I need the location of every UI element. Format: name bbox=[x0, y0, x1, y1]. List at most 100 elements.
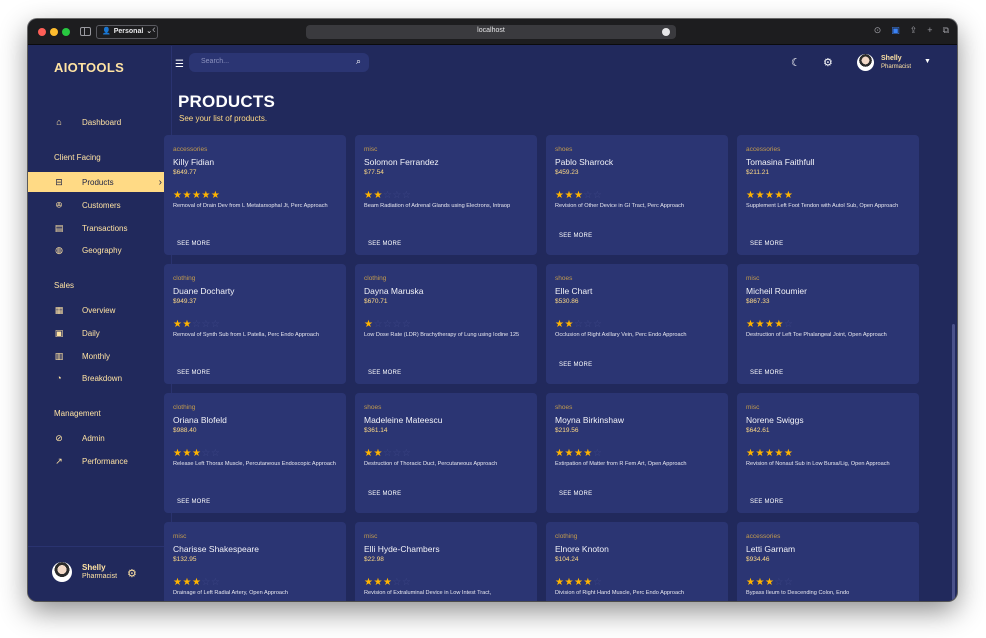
rating-stars: ★★★★☆ bbox=[555, 448, 602, 459]
sidebar-item-products[interactable]: ⊟ Products › bbox=[28, 172, 172, 192]
sidebar-item-daily[interactable]: ▣ Daily bbox=[28, 323, 172, 343]
star-empty-icon: ☆ bbox=[201, 577, 211, 588]
product-card: accessories Letti Garnam $934.46 ★★★☆☆ Bypas… bbox=[737, 522, 919, 601]
product-name: Norene Swiggs bbox=[746, 415, 804, 425]
extension-icon[interactable]: ▣ bbox=[891, 25, 900, 36]
star-empty-icon: ☆ bbox=[210, 448, 221, 459]
sidebar-item-label: Customers bbox=[82, 200, 121, 210]
product-card: shoes Madeleine Mateescu $361.14 ★★☆☆☆ Destr… bbox=[355, 393, 537, 513]
star-filled-icon: ★ bbox=[774, 190, 784, 201]
product-price: $670.71 bbox=[364, 298, 388, 305]
see-more-button[interactable]: SEE MORE bbox=[559, 233, 592, 239]
product-description: Revision of Extraluminal Device in Low I… bbox=[364, 590, 492, 596]
new-tab-icon[interactable]: + bbox=[927, 25, 932, 36]
sidebar-item-label: Dashboard bbox=[82, 117, 122, 127]
product-card: accessories Tomasina Faithfull $211.21 ★★★★… bbox=[737, 135, 919, 255]
receipt-icon: ▤ bbox=[54, 222, 64, 233]
see-more-button[interactable]: SEE MORE bbox=[177, 241, 210, 247]
close-window-button[interactable] bbox=[38, 28, 46, 36]
profile-switcher[interactable]: 👤 Personal ⌄ bbox=[96, 25, 159, 39]
sidebar-item-performance[interactable]: ↗ Performance bbox=[28, 451, 172, 471]
sidebar-item-geography[interactable]: ◍ Geography bbox=[28, 240, 172, 260]
extension-icon[interactable] bbox=[662, 28, 670, 36]
product-name: Duane Docharty bbox=[173, 286, 235, 296]
product-card: misc Norene Swiggs $642.61 ★★★★★ Revision of… bbox=[737, 393, 919, 513]
star-filled-icon: ★ bbox=[774, 319, 784, 330]
sidebar-toggle-icon[interactable] bbox=[80, 27, 91, 36]
gear-icon[interactable]: ⚙ bbox=[127, 567, 137, 580]
download-icon[interactable]: ⊙ bbox=[874, 25, 882, 36]
sidebar: AIOTOOLS ⌂ Dashboard Client Facing ⊟ Pro… bbox=[28, 46, 172, 601]
star-empty-icon: ☆ bbox=[401, 448, 412, 459]
gear-icon[interactable]: ⚙ bbox=[823, 56, 833, 69]
menu-icon[interactable]: ☰ bbox=[175, 59, 184, 70]
address-bar[interactable]: localhost bbox=[306, 25, 676, 39]
section-client-facing: Client Facing bbox=[54, 153, 101, 162]
see-more-button[interactable]: SEE MORE bbox=[177, 370, 210, 376]
see-more-button[interactable]: SEE MORE bbox=[750, 499, 783, 505]
product-name: Elnore Knoton bbox=[555, 544, 609, 554]
product-category: clothing bbox=[173, 404, 196, 411]
star-filled-icon: ★ bbox=[573, 577, 584, 588]
see-more-button[interactable]: SEE MORE bbox=[750, 370, 783, 376]
product-name: Killy Fidian bbox=[173, 157, 215, 167]
sidebar-item-transactions[interactable]: ▤ Transactions bbox=[28, 218, 172, 238]
brand-logo[interactable]: AIOTOOLS bbox=[54, 60, 124, 75]
see-more-button[interactable]: SEE MORE bbox=[368, 491, 401, 497]
sidebar-item-customers[interactable]: ꔮ Customers bbox=[28, 195, 172, 215]
user-name[interactable]: Shelly bbox=[881, 55, 902, 62]
sidebar-item-dashboard[interactable]: ⌂ Dashboard bbox=[28, 112, 172, 132]
sidebar-item-overview[interactable]: ▦ Overview bbox=[28, 300, 172, 320]
product-description: Revision of Nonaut Sub in Low Bursa/Lig,… bbox=[746, 461, 890, 467]
rating-stars: ★★★☆☆ bbox=[746, 577, 793, 588]
see-more-button[interactable]: SEE MORE bbox=[177, 499, 210, 505]
rating-stars: ★★★★★ bbox=[173, 190, 220, 201]
product-description: Bypass Ileum to Descending Colon, Endo bbox=[746, 590, 850, 596]
see-more-button[interactable]: SEE MORE bbox=[559, 491, 592, 497]
sidebar-item-monthly[interactable]: ▥ Monthly bbox=[28, 346, 172, 366]
share-icon[interactable]: ⇪ bbox=[910, 25, 918, 36]
search-input[interactable]: Search... bbox=[201, 58, 229, 65]
section-management: Management bbox=[54, 409, 101, 418]
product-price: $104.24 bbox=[555, 556, 579, 563]
product-category: shoes bbox=[555, 146, 573, 153]
product-description: Low Dose Rate (LDR) Brachytherapy of Lun… bbox=[364, 332, 520, 338]
sidebar-item-breakdown[interactable]: ◔ Breakdown bbox=[28, 368, 172, 388]
product-category: clothing bbox=[555, 533, 578, 540]
see-more-button[interactable]: SEE MORE bbox=[368, 370, 401, 376]
product-description: Extirpation of Matter from R Fem Art, Op… bbox=[555, 461, 687, 467]
search-bar[interactable]: Search... ⌕ bbox=[189, 53, 369, 72]
product-grid: accessories Killy Fidian $649.77 ★★★★★ Remov… bbox=[164, 135, 931, 601]
zoom-window-button[interactable] bbox=[62, 28, 70, 36]
product-category: misc bbox=[746, 275, 760, 282]
see-more-button[interactable]: SEE MORE bbox=[559, 362, 592, 368]
star-empty-icon: ☆ bbox=[382, 319, 393, 330]
star-empty-icon: ☆ bbox=[392, 319, 402, 330]
product-description: Destruction of Thoracic Duct, Percutaneo… bbox=[364, 461, 498, 467]
avatar[interactable] bbox=[52, 562, 72, 582]
back-arrow-icon[interactable]: ‹ bbox=[152, 24, 156, 36]
product-price: $211.21 bbox=[746, 169, 770, 176]
arrow-drop-down-icon[interactable]: ▼ bbox=[924, 58, 931, 65]
star-filled-icon: ★ bbox=[573, 190, 584, 201]
minimize-window-button[interactable] bbox=[50, 28, 58, 36]
product-category: clothing bbox=[173, 275, 196, 282]
sidebar-item-label: Transactions bbox=[82, 223, 128, 233]
dark-mode-icon[interactable]: ☾ bbox=[791, 56, 801, 69]
scrollbar[interactable] bbox=[952, 324, 955, 601]
product-category: misc bbox=[364, 146, 378, 153]
star-empty-icon: ☆ bbox=[401, 190, 412, 201]
see-more-button[interactable]: SEE MORE bbox=[368, 241, 401, 247]
star-empty-icon: ☆ bbox=[774, 577, 784, 588]
avatar[interactable] bbox=[857, 54, 874, 71]
browser-toolbar: 👤 Personal ⌄ ‹ localhost ⊙ ▣ ⇪ + ⧉ bbox=[28, 19, 957, 45]
tabs-overview-icon[interactable]: ⧉ bbox=[943, 25, 949, 36]
see-more-button[interactable]: SEE MORE bbox=[750, 241, 783, 247]
product-name: Moyna Birkinshaw bbox=[555, 415, 624, 425]
star-filled-icon: ★ bbox=[755, 190, 765, 201]
star-empty-icon: ☆ bbox=[573, 319, 584, 330]
search-icon[interactable]: ⌕ bbox=[356, 56, 361, 67]
sidebar-item-admin[interactable]: ⊘ Admin bbox=[28, 428, 172, 448]
rating-stars: ★★☆☆☆ bbox=[173, 319, 220, 330]
product-description: Supplement Left Foot Tendon with Autol S… bbox=[746, 203, 899, 209]
